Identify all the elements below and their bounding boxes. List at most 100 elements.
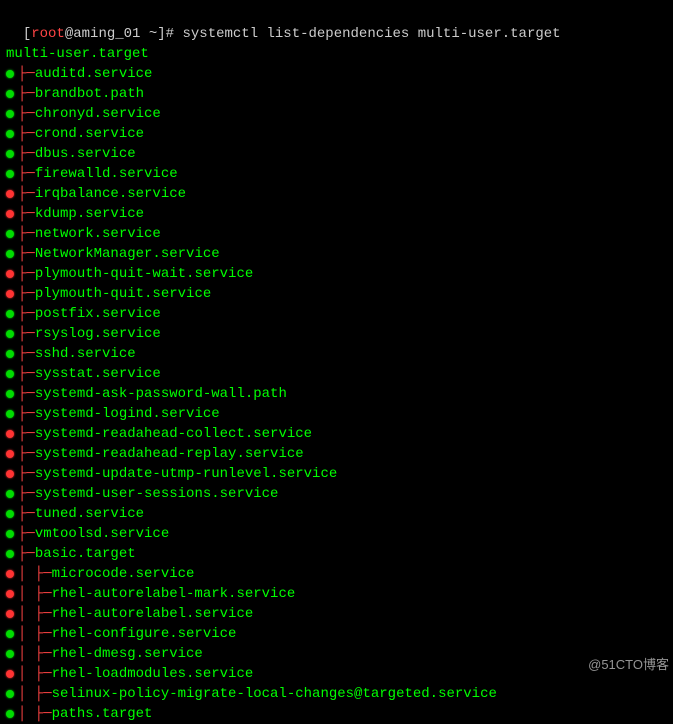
tree-branch: ├─ xyxy=(18,364,35,384)
dependency-line: ├─systemd-readahead-collect.service xyxy=(6,424,667,444)
tree-branch: ├─ xyxy=(18,464,35,484)
dependency-line: ├─chronyd.service xyxy=(6,104,667,124)
tree-branch: ├─ xyxy=(18,64,35,84)
dependency-line: ├─systemd-user-sessions.service xyxy=(6,484,667,504)
status-dot-icon xyxy=(6,390,14,398)
dependency-line: ├─systemd-logind.service xyxy=(6,404,667,424)
tree-branch: ├─ xyxy=(18,344,35,364)
dependency-line: │ ├─rhel-loadmodules.service xyxy=(6,664,667,684)
service-name: irqbalance.service xyxy=(35,184,186,204)
status-dot-icon xyxy=(6,310,14,318)
status-dot-icon xyxy=(6,270,14,278)
tree-branch: ├─ xyxy=(18,484,35,504)
tree-branch: ├─ xyxy=(18,444,35,464)
service-name: firewalld.service xyxy=(35,164,178,184)
service-name: systemd-readahead-replay.service xyxy=(35,444,304,464)
service-name: rhel-configure.service xyxy=(52,624,237,644)
tree-branch: ├─ xyxy=(18,164,35,184)
dependency-line: ├─NetworkManager.service xyxy=(6,244,667,264)
dependency-line: ├─auditd.service xyxy=(6,64,667,84)
status-dot-icon xyxy=(6,330,14,338)
target-title: multi-user.target xyxy=(6,44,667,64)
tree-branch: ├─ xyxy=(18,184,35,204)
prompt-host: aming_01 xyxy=(73,26,140,42)
status-dot-icon xyxy=(6,130,14,138)
service-name: auditd.service xyxy=(35,64,153,84)
service-name: NetworkManager.service xyxy=(35,244,220,264)
status-dot-icon xyxy=(6,170,14,178)
status-dot-icon xyxy=(6,570,14,578)
status-dot-icon xyxy=(6,250,14,258)
dependency-line: ├─brandbot.path xyxy=(6,84,667,104)
dependency-line: │ ├─paths.target xyxy=(6,704,667,724)
service-name: rhel-autorelabel-mark.service xyxy=(52,584,296,604)
tree-branch: ├─ xyxy=(18,124,35,144)
tree-branch: │ ├─ xyxy=(18,684,52,704)
service-name: rhel-loadmodules.service xyxy=(52,664,254,684)
tree-branch: ├─ xyxy=(18,84,35,104)
service-name: basic.target xyxy=(35,544,136,564)
command-text: systemctl list-dependencies multi-user.t… xyxy=(182,26,560,42)
service-name: systemd-logind.service xyxy=(35,404,220,424)
service-name: paths.target xyxy=(52,704,153,724)
status-dot-icon xyxy=(6,550,14,558)
dependency-line: │ ├─rhel-dmesg.service xyxy=(6,644,667,664)
dependency-line: ├─firewalld.service xyxy=(6,164,667,184)
dependency-line: │ ├─rhel-configure.service xyxy=(6,624,667,644)
service-name: rhel-dmesg.service xyxy=(52,644,203,664)
tree-branch: ├─ xyxy=(18,524,35,544)
dependency-tree: ├─auditd.service├─brandbot.path├─chronyd… xyxy=(6,64,667,724)
status-dot-icon xyxy=(6,650,14,658)
service-name: sysstat.service xyxy=(35,364,161,384)
dependency-line: ├─vmtoolsd.service xyxy=(6,524,667,544)
shell-prompt-line: [root@aming_01 ~]# systemctl list-depend… xyxy=(6,4,667,44)
service-name: postfix.service xyxy=(35,304,161,324)
dependency-line: │ ├─microcode.service xyxy=(6,564,667,584)
dependency-line: ├─systemd-ask-password-wall.path xyxy=(6,384,667,404)
service-name: network.service xyxy=(35,224,161,244)
tree-branch: ├─ xyxy=(18,384,35,404)
tree-branch: ├─ xyxy=(18,284,35,304)
dependency-line: ├─basic.target xyxy=(6,544,667,564)
status-dot-icon xyxy=(6,670,14,678)
status-dot-icon xyxy=(6,230,14,238)
dependency-line: ├─tuned.service xyxy=(6,504,667,524)
dependency-line: ├─sshd.service xyxy=(6,344,667,364)
status-dot-icon xyxy=(6,70,14,78)
tree-branch: ├─ xyxy=(18,224,35,244)
service-name: selinux-policy-migrate-local-changes@tar… xyxy=(52,684,497,704)
tree-branch: ├─ xyxy=(18,204,35,224)
prompt-at: @ xyxy=(65,26,73,42)
dependency-line: │ ├─rhel-autorelabel.service xyxy=(6,604,667,624)
tree-branch: ├─ xyxy=(18,264,35,284)
dependency-line: ├─rsyslog.service xyxy=(6,324,667,344)
status-dot-icon xyxy=(6,350,14,358)
prompt-symbol: # xyxy=(166,26,183,42)
tree-branch: │ ├─ xyxy=(18,664,52,684)
dependency-line: ├─plymouth-quit-wait.service xyxy=(6,264,667,284)
status-dot-icon xyxy=(6,610,14,618)
status-dot-icon xyxy=(6,190,14,198)
tree-branch: │ ├─ xyxy=(18,644,52,664)
service-name: microcode.service xyxy=(52,564,195,584)
status-dot-icon xyxy=(6,370,14,378)
status-dot-icon xyxy=(6,470,14,478)
dependency-line: ├─postfix.service xyxy=(6,304,667,324)
status-dot-icon xyxy=(6,90,14,98)
dependency-line: │ ├─selinux-policy-migrate-local-changes… xyxy=(6,684,667,704)
status-dot-icon xyxy=(6,450,14,458)
status-dot-icon xyxy=(6,630,14,638)
prompt-open-bracket: [ xyxy=(23,26,31,42)
dependency-line: │ ├─rhel-autorelabel-mark.service xyxy=(6,584,667,604)
status-dot-icon xyxy=(6,410,14,418)
tree-branch: ├─ xyxy=(18,244,35,264)
status-dot-icon xyxy=(6,690,14,698)
prompt-cwd: ~ xyxy=(140,26,157,42)
status-dot-icon xyxy=(6,530,14,538)
dependency-line: ├─crond.service xyxy=(6,124,667,144)
tree-branch: ├─ xyxy=(18,424,35,444)
tree-branch: │ ├─ xyxy=(18,604,52,624)
status-dot-icon xyxy=(6,710,14,718)
status-dot-icon xyxy=(6,110,14,118)
tree-branch: ├─ xyxy=(18,504,35,524)
